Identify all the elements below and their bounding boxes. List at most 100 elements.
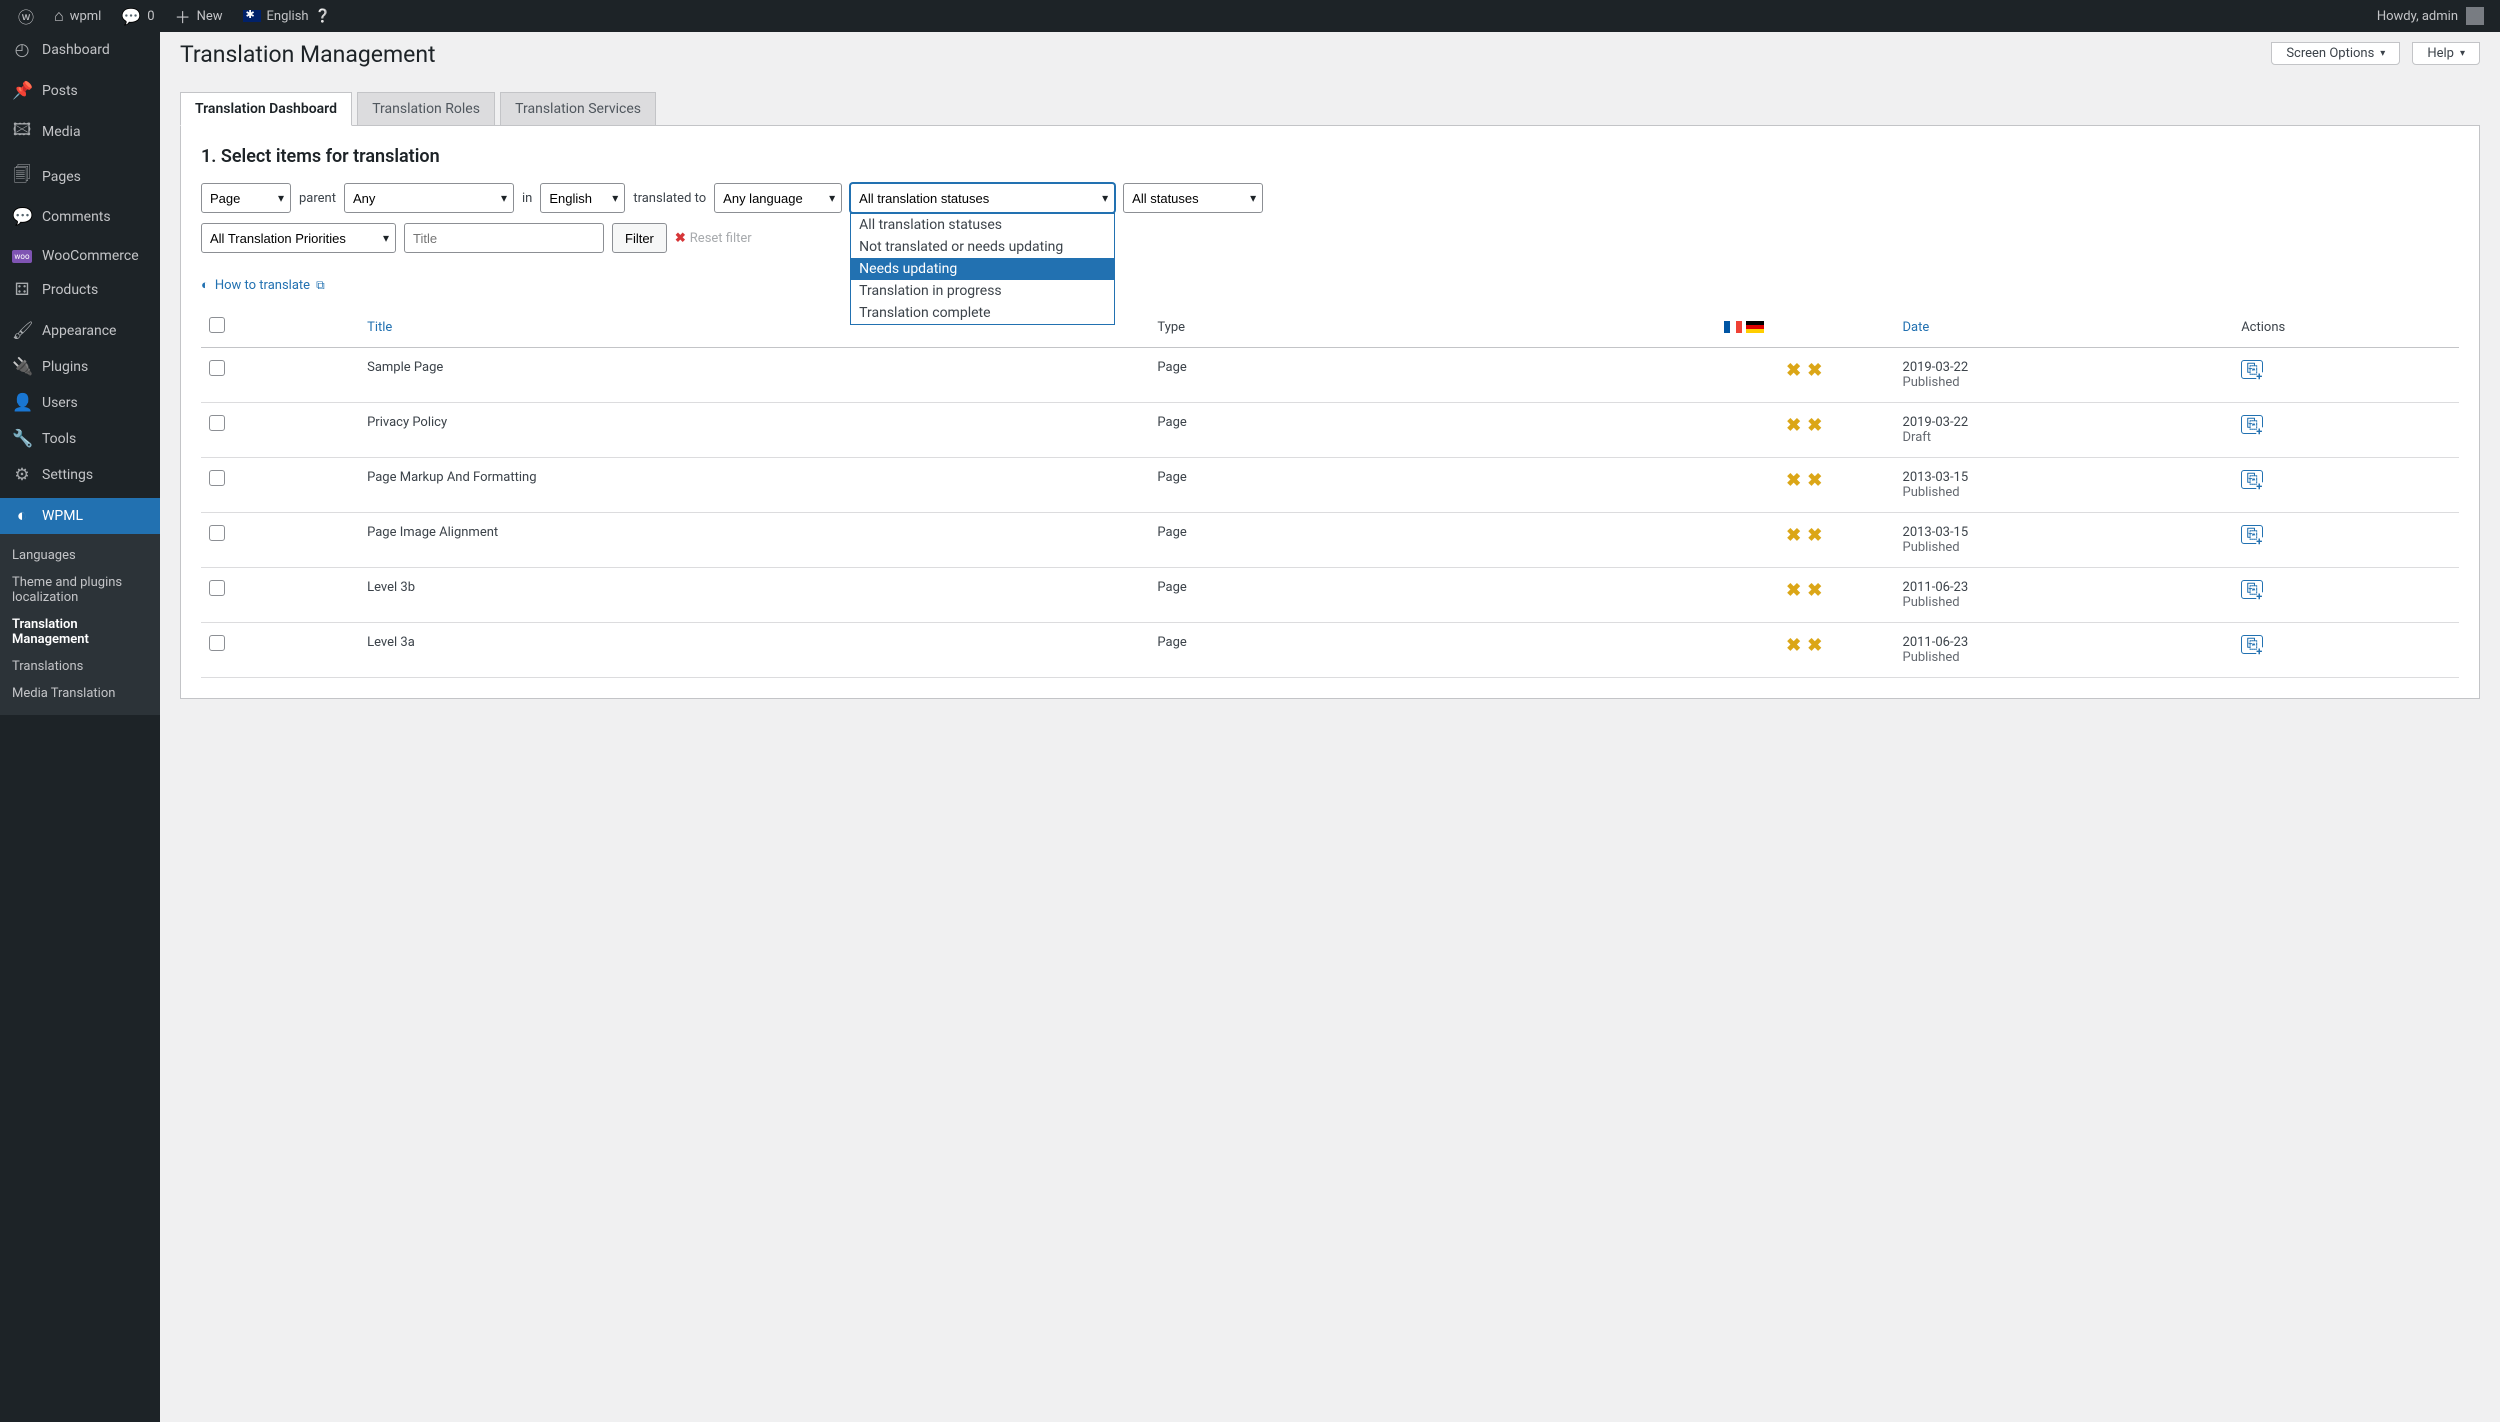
status-fr[interactable]: ✖ xyxy=(1783,470,1804,491)
add-translation-button[interactable]: ⎘ xyxy=(2241,580,2263,599)
status-option[interactable]: Needs updating xyxy=(851,258,1114,280)
reset-filter-link[interactable]: ✖Reset filter xyxy=(675,231,752,246)
add-translation-button[interactable]: ⎘ xyxy=(2241,360,2263,379)
media-icon: 🖾 xyxy=(12,117,32,146)
help-icon: ❔ xyxy=(315,9,331,24)
status-option[interactable]: Translation in progress xyxy=(851,280,1114,302)
tab-services[interactable]: Translation Services xyxy=(500,92,656,125)
row-actions: ⎘ xyxy=(2233,623,2459,678)
col-date-header[interactable]: Date xyxy=(1895,307,2234,348)
row-checkbox[interactable] xyxy=(209,360,225,376)
row-status-flags: ✖✖ xyxy=(1714,568,1895,623)
submenu-languages[interactable]: Languages xyxy=(0,542,160,569)
help-button[interactable]: Help▾ xyxy=(2412,42,2480,65)
sidebar-item-comments[interactable]: 💬Comments xyxy=(0,199,160,235)
select-all-checkbox[interactable] xyxy=(209,317,225,333)
status-de[interactable]: ✖ xyxy=(1804,635,1825,656)
row-title: Page Markup And Formatting xyxy=(359,458,1149,513)
pages-icon: 🗐 xyxy=(12,162,32,191)
main-content: Screen Options▾ Help▾ Translation Manage… xyxy=(160,32,2500,1422)
external-link-icon: ⧉ xyxy=(316,278,325,293)
title-input[interactable] xyxy=(404,223,604,253)
dashboard-icon: ◴ xyxy=(12,40,32,60)
submenu-media-translation[interactable]: Media Translation xyxy=(0,680,160,707)
submenu-theme-plugins[interactable]: Theme and plugins localization xyxy=(0,569,160,611)
row-type: Page xyxy=(1149,513,1714,568)
status-fr[interactable]: ✖ xyxy=(1783,360,1804,381)
submenu-translations[interactable]: Translations xyxy=(0,653,160,680)
site-link[interactable]: ⌂wpml xyxy=(44,0,111,32)
globe-icon: ◐ xyxy=(201,277,209,293)
new-link[interactable]: ＋New xyxy=(165,0,233,32)
sidebar-item-plugins[interactable]: 🔌Plugins xyxy=(0,349,160,385)
status-option[interactable]: All translation statuses xyxy=(851,214,1114,236)
parent-select[interactable]: Any xyxy=(344,183,514,213)
caret-down-icon: ▾ xyxy=(2460,48,2465,59)
add-translation-button[interactable]: ⎘ xyxy=(2241,415,2263,434)
sidebar-item-appearance[interactable]: 🖌Appearance xyxy=(0,313,160,349)
sidebar-item-users[interactable]: 👤Users xyxy=(0,385,160,421)
how-to-translate-link[interactable]: ◐ How to translate ⧉ xyxy=(201,277,325,293)
row-title: Level 3b xyxy=(359,568,1149,623)
translation-status-select[interactable]: All translation statuses xyxy=(850,183,1115,213)
status-de[interactable]: ✖ xyxy=(1804,580,1825,601)
status-fr[interactable]: ✖ xyxy=(1783,635,1804,656)
row-checkbox[interactable] xyxy=(209,635,225,651)
row-checkbox[interactable] xyxy=(209,580,225,596)
sidebar-item-wpml[interactable]: ◐WPML xyxy=(0,498,160,534)
pub-status-select[interactable]: All statuses xyxy=(1123,183,1263,213)
products-icon: ⚃ xyxy=(12,280,32,300)
user-icon: 👤 xyxy=(12,393,32,413)
filter-button[interactable]: Filter xyxy=(612,223,667,253)
add-translation-button[interactable]: ⎘ xyxy=(2241,635,2263,654)
status-de[interactable]: ✖ xyxy=(1804,470,1825,491)
sidebar-item-products[interactable]: ⚃Products xyxy=(0,272,160,308)
row-date: 2013-03-15Published xyxy=(1895,513,2234,568)
user-menu[interactable]: Howdy, admin xyxy=(2377,7,2492,25)
language-switcher[interactable]: English❔ xyxy=(233,0,341,32)
row-status-flags: ✖✖ xyxy=(1714,403,1895,458)
tab-roles[interactable]: Translation Roles xyxy=(357,92,495,125)
status-fr[interactable]: ✖ xyxy=(1783,415,1804,436)
status-de[interactable]: ✖ xyxy=(1804,415,1825,436)
row-checkbox[interactable] xyxy=(209,415,225,431)
add-translation-button[interactable]: ⎘ xyxy=(2241,525,2263,544)
submenu-translation-management[interactable]: Translation Management xyxy=(0,611,160,653)
row-date: 2019-03-22Published xyxy=(1895,348,2234,403)
plus-icon: ＋ xyxy=(175,4,191,28)
status-fr[interactable]: ✖ xyxy=(1783,580,1804,601)
sidebar-item-posts[interactable]: 📌Posts xyxy=(0,73,160,109)
row-pub-status: Published xyxy=(1903,595,1960,610)
wordpress-logo[interactable]: ⓦ xyxy=(8,0,44,32)
table-row: Page Image Alignment Page ✖✖ 2013-03-15P… xyxy=(201,513,2459,568)
screen-options-button[interactable]: Screen Options▾ xyxy=(2271,42,2400,65)
sidebar-item-tools[interactable]: 🔧Tools xyxy=(0,421,160,457)
sidebar-item-media[interactable]: 🖾Media xyxy=(0,109,160,154)
add-translation-button[interactable]: ⎘ xyxy=(2241,470,2263,489)
row-checkbox[interactable] xyxy=(209,470,225,486)
language-select[interactable]: English xyxy=(540,183,625,213)
row-checkbox[interactable] xyxy=(209,525,225,541)
sidebar-item-settings[interactable]: ⚙Settings xyxy=(0,457,160,493)
priority-select[interactable]: All Translation Priorities xyxy=(201,223,396,253)
settings-icon: ⚙ xyxy=(12,465,32,485)
status-option[interactable]: Translation complete xyxy=(851,302,1114,324)
type-select[interactable]: Page xyxy=(201,183,291,213)
status-de[interactable]: ✖ xyxy=(1804,360,1825,381)
sidebar-item-woocommerce[interactable]: wooWooCommerce xyxy=(0,240,160,272)
uk-flag-icon xyxy=(243,10,261,22)
to-language-select[interactable]: Any language xyxy=(714,183,842,213)
table-row: Sample Page Page ✖✖ 2019-03-22Published … xyxy=(201,348,2459,403)
row-pub-status: Published xyxy=(1903,540,1960,555)
status-fr[interactable]: ✖ xyxy=(1783,525,1804,546)
avatar-icon xyxy=(2466,7,2484,25)
tab-dashboard[interactable]: Translation Dashboard xyxy=(180,92,352,126)
main-panel: 1. Select items for translation Page par… xyxy=(180,126,2480,699)
status-de[interactable]: ✖ xyxy=(1804,525,1825,546)
sidebar-item-pages[interactable]: 🗐Pages xyxy=(0,154,160,199)
status-option[interactable]: Not translated or needs updating xyxy=(851,236,1114,258)
comments-link[interactable]: 💬0 xyxy=(111,0,164,32)
comment-icon: 💬 xyxy=(12,207,32,227)
caret-down-icon: ▾ xyxy=(2380,48,2385,59)
sidebar-item-dashboard[interactable]: ◴Dashboard xyxy=(0,32,160,68)
